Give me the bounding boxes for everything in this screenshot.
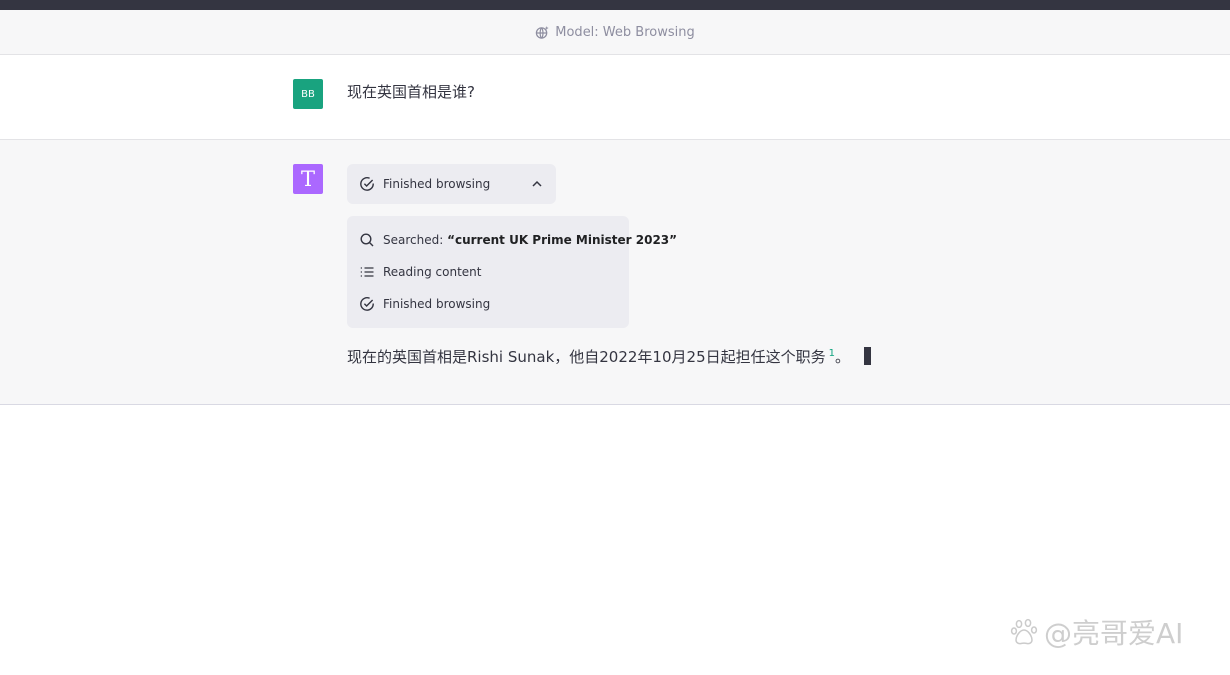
- assistant-avatar: T: [293, 164, 323, 194]
- answer-suffix: 。: [835, 348, 851, 366]
- user-message-row: BB 现在英国首相是谁?: [0, 55, 1230, 140]
- list-icon: [359, 264, 375, 280]
- user-avatar: BB: [293, 79, 323, 109]
- chevron-up-icon[interactable]: [530, 177, 544, 191]
- window-top-bar: [0, 0, 1230, 10]
- browsing-status-toggle[interactable]: Finished browsing: [347, 164, 556, 204]
- step-reading-label: Reading content: [383, 265, 482, 279]
- model-header: Model: Web Browsing: [0, 10, 1230, 55]
- assistant-answer: 现在的英国首相是Rishi Sunak，他自2022年10月25日起担任这个职务…: [347, 344, 872, 367]
- search-query: “current UK Prime Minister 2023”: [447, 233, 678, 247]
- watermark: @亮哥爱AI: [1010, 612, 1183, 652]
- browsing-status-label: Finished browsing: [383, 177, 491, 191]
- step-reading: Reading content: [359, 256, 617, 288]
- step-search: Searched: “current UK Prime Minister 202…: [359, 224, 677, 256]
- check-circle-icon: [359, 176, 375, 192]
- answer-text: 现在的英国首相是Rishi Sunak，他自2022年10月25日起担任这个职务: [347, 348, 826, 366]
- model-label: Model: Web Browsing: [555, 24, 695, 40]
- step-finished-label: Finished browsing: [383, 297, 491, 311]
- search-icon: [359, 232, 375, 248]
- assistant-message-row: T Finished browsing Searched: “current U…: [0, 140, 1230, 405]
- citation-link[interactable]: 1: [829, 348, 835, 359]
- typing-cursor: [864, 347, 872, 365]
- baidu-paw-icon: [1010, 617, 1040, 647]
- watermark-text: @亮哥爱AI: [1044, 617, 1184, 650]
- check-circle-icon: [359, 296, 375, 312]
- browsing-steps-panel: Searched: “current UK Prime Minister 202…: [347, 216, 677, 328]
- user-message-text: 现在英国首相是谁?: [347, 83, 475, 101]
- step-search-label: Searched:: [383, 233, 448, 247]
- globe-sparkle-icon: [535, 25, 550, 40]
- step-finished: Finished browsing: [359, 288, 617, 320]
